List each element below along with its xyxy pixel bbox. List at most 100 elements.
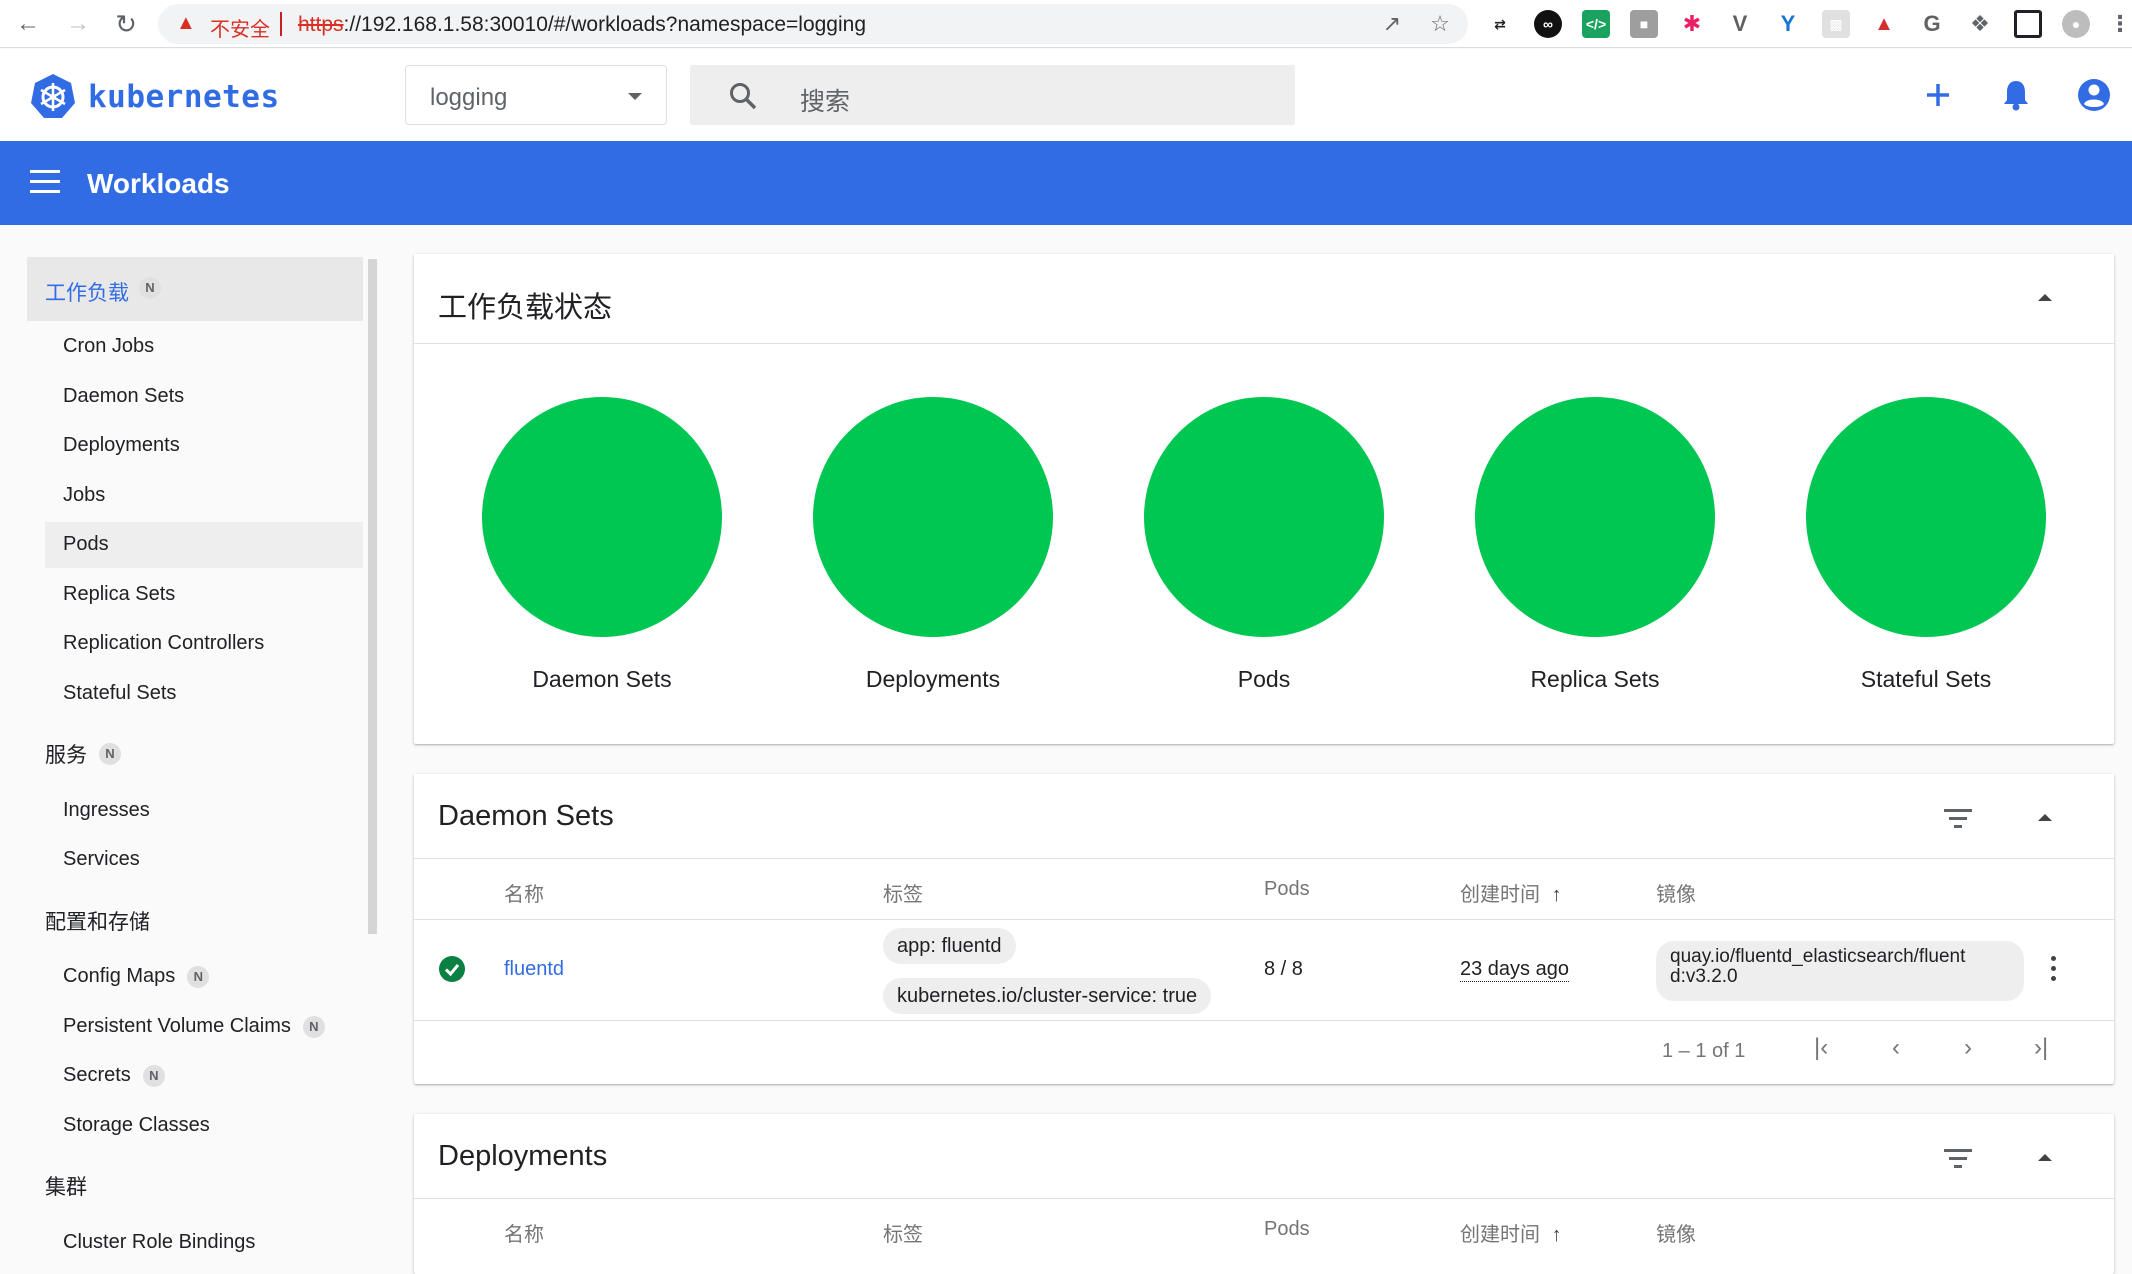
previous-page-icon[interactable]: ‹ [1892,1034,1900,1062]
profile-icon[interactable]: ● [2062,10,2090,38]
sidebar-group-services[interactable]: 服务 N [45,739,121,769]
column-header-created[interactable]: 创建时间 ↑ [1460,1218,1562,1247]
sidebar-group-label: 工作负载 [45,282,129,305]
status-chart-stateful-sets[interactable] [1806,397,2046,637]
page-toolbar: Workloads [0,141,2132,225]
sidebar-item-replica-sets[interactable]: Replica Sets [63,583,175,606]
sidebar-item-daemon-sets[interactable]: Daemon Sets [63,385,184,408]
divider [414,858,2114,859]
sidebar-scrollbar[interactable] [368,259,377,934]
pinwheel-extension-icon[interactable]: ✱ [1678,10,1706,38]
share-icon[interactable]: ↗ [1380,12,1404,36]
app-header: kubernetes logging 搜索 [0,49,2132,141]
sidebar-item-storage-classes[interactable]: Storage Classes [63,1114,210,1137]
status-label: Daemon Sets [532,666,672,692]
status-chart-daemon-sets[interactable] [482,397,722,637]
filter-icon[interactable] [1944,1149,1972,1171]
sidebar-item-services[interactable]: Services [63,848,140,871]
column-header-pods: Pods [1264,878,1310,900]
divider [414,343,2114,344]
sidebar-item-replication-controllers[interactable]: Replication Controllers [63,632,264,655]
sidebar-item-persistent-volume-claims[interactable]: Persistent Volume Claims N [63,1015,325,1038]
sidebar-item-config-maps[interactable]: Config Maps N [63,965,210,988]
status-label: Stateful Sets [1860,666,1992,692]
status-chart-deployments[interactable] [813,397,1053,637]
g-extension-icon[interactable]: G [1918,10,1946,38]
sidebar-item-cron-jobs[interactable]: Cron Jobs [63,335,154,358]
row-actions-more-icon[interactable] [2050,956,2058,984]
column-header-labels: 标签 [883,884,923,906]
kubernetes-logo-icon[interactable] [30,73,76,119]
browser-menu-icon[interactable]: ⋮ [2106,10,2132,38]
last-page-icon[interactable]: ›| [2034,1034,2048,1062]
sidebar-item-deployments[interactable]: Deployments [63,434,180,457]
column-header-images: 镜像 [1656,884,1696,906]
status-label: Replica Sets [1530,666,1660,692]
back-icon[interactable]: ← [12,8,44,40]
infinity-extension-icon[interactable]: ∞ [1534,10,1562,38]
column-header-name[interactable]: 名称 [504,878,544,907]
puzzle-icon[interactable]: ❖ [1966,10,1994,38]
daemon-sets-card: Daemon Sets 名称 标签 Pods 创建时间 ↑ 镜像 fluentd… [414,774,2114,1084]
divider [414,1198,2114,1199]
label-chip: app: fluentd [883,928,1016,964]
brand-name[interactable]: kubernetes [88,79,280,115]
sidebar-group-cluster[interactable]: 集群 [45,1171,87,1201]
create-plus-icon[interactable] [1918,75,1958,115]
translate-extension-icon[interactable]: ⇄ [1486,10,1514,38]
sidebar-item-secrets[interactable]: Secrets N [63,1064,165,1087]
status-chart-replica-sets[interactable] [1475,397,1715,637]
y-extension-icon[interactable]: Y [1774,10,1802,38]
side-panel-icon[interactable] [2014,10,2042,38]
namespaced-badge: N [139,277,161,299]
collapse-icon[interactable] [2038,814,2052,821]
created-time[interactable]: 23 days ago [1460,958,1569,982]
status-label: Deployments [865,666,1001,692]
url-text: https://192.168.1.58:30010/#/workloads?n… [298,13,867,36]
namespaced-badge: N [142,1064,165,1087]
search-placeholder: 搜索 [800,88,851,116]
warning-icon: ▲ [176,12,196,34]
filter-icon[interactable] [1944,809,1972,831]
column-header-labels: 标签 [883,1224,923,1246]
briefcase-extension-icon[interactable]: ■ [1630,10,1658,38]
forward-icon[interactable]: → [62,8,94,40]
sidebar-group-workloads[interactable]: 工作负载 N [27,257,363,321]
label-chip: kubernetes.io/cluster-service: true [883,978,1212,1014]
sidebar-item-jobs[interactable]: Jobs [63,484,105,507]
reload-icon[interactable]: ↻ [110,8,142,40]
address-bar[interactable]: ▲ 不安全 https://192.168.1.58:30010/#/workl… [158,4,1468,44]
screen-extension-icon[interactable]: ▩ [1822,10,1850,38]
star-icon[interactable]: ☆ [1428,12,1452,36]
sidebar-item-cluster-role-bindings[interactable]: Cluster Role Bindings [63,1231,255,1254]
collapse-icon[interactable] [2038,294,2052,301]
sidebar-item-stateful-sets[interactable]: Stateful Sets [63,682,176,705]
sort-ascending-icon: ↑ [1551,1224,1562,1246]
sidebar-group-config-storage[interactable]: 配置和存储 [45,906,150,936]
tree-extension-icon[interactable]: ▲ [1870,10,1898,38]
first-page-icon[interactable]: |‹ [1814,1034,1828,1062]
search-input[interactable]: 搜索 [690,65,1295,125]
sidebar-item-ingresses[interactable]: Ingresses [63,799,150,822]
next-page-icon[interactable]: › [1964,1034,1972,1062]
divider [414,1020,2114,1021]
status-chart-pods[interactable] [1144,397,1384,637]
divider [280,12,282,36]
collapse-icon[interactable] [2038,1154,2052,1161]
column-header-label: 创建时间 [1460,1224,1540,1246]
dropdown-caret-icon [628,93,642,100]
column-header-name[interactable]: 名称 [504,1218,544,1247]
menu-hamburger-icon[interactable] [30,170,60,194]
resource-name-link[interactable]: fluentd [504,958,564,981]
sidebar-item-pods[interactable]: Pods [63,533,109,556]
namespaced-badge: N [302,1015,325,1038]
security-warning: 不安全 [210,19,270,41]
code-extension-icon[interactable]: </> [1582,10,1610,38]
account-icon[interactable] [2074,75,2114,115]
v-extension-icon[interactable]: V [1726,10,1754,38]
namespace-select[interactable]: logging [405,65,667,125]
card-title: 工作负载状态 [438,292,613,324]
notifications-bell-icon[interactable] [1996,75,2036,115]
deployments-card: Deployments 名称 标签 Pods 创建时间 ↑ 镜像 [414,1114,2114,1274]
column-header-created[interactable]: 创建时间 ↑ [1460,878,1562,907]
